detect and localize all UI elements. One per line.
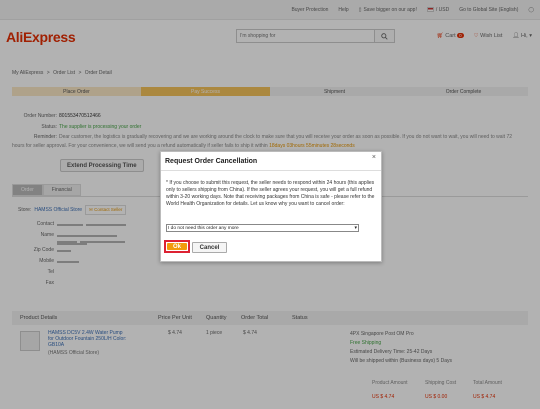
dialog-title: Request Order Cancellation [165, 158, 258, 165]
ok-button[interactable]: Ok [167, 243, 187, 250]
close-icon[interactable]: × [372, 154, 376, 161]
chevron-down-icon: ▾ [354, 225, 357, 231]
ok-button-highlight: Ok [164, 240, 190, 253]
cancel-button[interactable]: Cancel [192, 242, 227, 253]
cancel-order-dialog: Request Order Cancellation × * If you ch… [160, 151, 382, 262]
cancel-reason-select[interactable]: I do not need this order any more ▾ [166, 224, 359, 232]
dialog-divider [161, 170, 381, 171]
dialog-message: * If you choose to submit this request, … [166, 180, 375, 207]
